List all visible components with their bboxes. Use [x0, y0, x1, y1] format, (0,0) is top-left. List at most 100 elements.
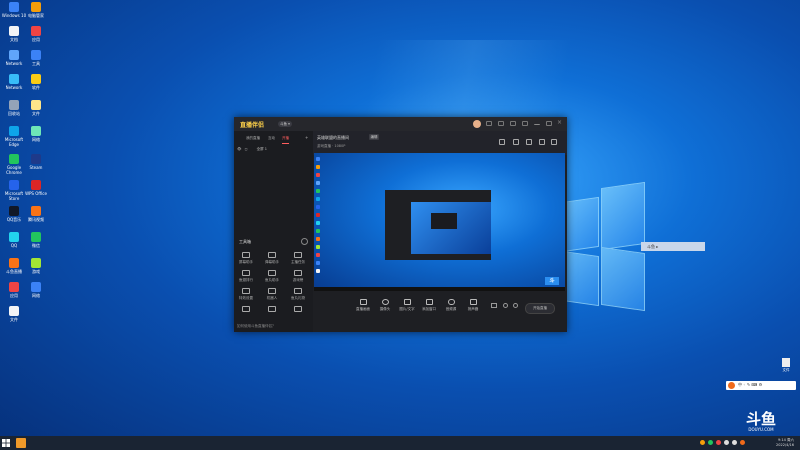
minimize-icon[interactable]: [534, 121, 540, 125]
windows-logo-wallpaper: [555, 175, 645, 312]
app-icon: [9, 180, 19, 190]
desktop-icon[interactable]: 游戏: [22, 258, 50, 274]
toolbox-settings-icon[interactable]: [301, 238, 308, 245]
toolbox-item[interactable]: 屏幕助手: [235, 252, 257, 265]
tool-label: 特效设置: [239, 296, 253, 300]
preview-watermark: 斗: [545, 277, 559, 285]
gift-icon[interactable]: [503, 303, 508, 308]
mail-icon[interactable]: [486, 121, 492, 126]
skin-icon[interactable]: [498, 121, 504, 126]
app-icon: [31, 50, 41, 60]
maximize-icon[interactable]: [546, 121, 552, 126]
scene-row[interactable]: 👁 ◻ 全屏 1: [237, 147, 267, 152]
tool-label: 游戏榜: [292, 278, 304, 282]
toolbox-item[interactable]: 鱼翅排行: [235, 270, 257, 283]
desktop-icon[interactable]: 工具: [22, 50, 50, 66]
toolbox-item[interactable]: 主播任务: [287, 252, 309, 265]
desktop-icon[interactable]: Steam: [22, 154, 50, 170]
toolbox-item[interactable]: [287, 306, 309, 314]
lock-icon[interactable]: ◻: [245, 147, 248, 151]
desktop-icon[interactable]: 网络: [22, 282, 50, 298]
tray-app-icon[interactable]: [716, 440, 721, 445]
app-icon: [9, 26, 19, 36]
toolbox-item[interactable]: 鱼丸礼物: [287, 288, 309, 301]
tab-interaction[interactable]: 互动: [268, 136, 275, 141]
app-icon: [31, 258, 41, 268]
tray-app-icon[interactable]: [700, 440, 705, 445]
bag-icon[interactable]: [526, 139, 532, 145]
toolbox-item[interactable]: 鱼丸助手: [261, 270, 283, 283]
source-toolbar: 直播画面 摄像头 图片/文字 添加窗口 音频源 扬声器 开始直播: [313, 291, 567, 332]
toolbox-item[interactable]: 机器人: [261, 288, 283, 301]
source-speaker[interactable]: 扬声器: [463, 299, 483, 312]
edit-button[interactable]: 编辑: [369, 134, 379, 140]
toolbox-item[interactable]: 特效设置: [235, 288, 257, 301]
stream-title: 英雄联盟的直播间: [317, 135, 349, 140]
app-icon: [31, 126, 41, 136]
toolbox-item[interactable]: [261, 306, 283, 314]
tool-label: 机器人: [266, 296, 278, 300]
desktop-icon-label: 应用: [32, 37, 40, 42]
screen-icon[interactable]: [499, 139, 505, 145]
tool-icon: [242, 270, 250, 276]
menu-icon[interactable]: [522, 121, 528, 126]
desktop-icon[interactable]: 微信: [22, 232, 50, 248]
tool-icon: [294, 270, 302, 276]
volume-icon[interactable]: [732, 440, 737, 445]
settings-icon[interactable]: [510, 121, 516, 126]
share-screen-icon[interactable]: [513, 139, 519, 145]
eye-icon[interactable]: 👁: [237, 147, 241, 151]
avatar[interactable]: [473, 120, 481, 128]
app-icon: [31, 232, 41, 242]
toolbox-item[interactable]: 弹幕助手: [261, 252, 283, 265]
context-popup[interactable]: 斗鱼 ▸: [641, 242, 705, 251]
clock[interactable]: 9:14 周六 2022/4/16: [776, 438, 794, 448]
record-icon[interactable]: [491, 303, 497, 308]
app-icon: [9, 282, 19, 292]
source-image[interactable]: 图片/文字: [397, 299, 417, 312]
windows-start-icon[interactable]: [2, 439, 10, 447]
toolbox-item[interactable]: [235, 306, 257, 314]
desktop-icon[interactable]: 文件: [0, 306, 28, 322]
share-icon[interactable]: [551, 139, 557, 145]
desktop-icon-label: 软件: [32, 85, 40, 90]
network-icon[interactable]: [724, 440, 729, 445]
source-audio[interactable]: 音频源: [441, 299, 461, 312]
app-icon: [9, 232, 19, 242]
source-window[interactable]: 添加窗口: [419, 299, 439, 312]
desktop-icon[interactable]: WPS Office: [22, 180, 50, 196]
taskbar-douyu-app[interactable]: [16, 438, 26, 448]
ime-toolbar[interactable]: 中 ◦ ✎ ⌨ ⚙: [726, 381, 796, 390]
app-icon: [9, 50, 19, 60]
app-icon: [9, 126, 19, 136]
ime-icon[interactable]: [740, 440, 745, 445]
platform-dropdown[interactable]: 斗鱼 ▾: [278, 121, 292, 127]
app-icon: [31, 74, 41, 84]
tray-app-icon[interactable]: [708, 440, 713, 445]
source-camera[interactable]: 摄像头: [375, 299, 395, 312]
start-live-button[interactable]: 开始直播: [525, 303, 555, 314]
live-preview[interactable]: 斗: [314, 153, 565, 291]
app-icon: [31, 206, 41, 216]
tab-my-live[interactable]: 我的直播: [246, 136, 260, 141]
gear-icon[interactable]: [513, 303, 518, 308]
desktop-icon-label: 网络: [32, 293, 40, 298]
source-screen[interactable]: 直播画面: [353, 299, 373, 312]
help-link[interactable]: 如何使用斗鱼直播伴侣？: [237, 324, 276, 329]
settings-icon[interactable]: [539, 139, 545, 145]
toolbox-item[interactable]: 游戏榜: [287, 270, 309, 283]
desktop-icon[interactable]: 文件: [22, 100, 50, 116]
desktop-icon[interactable]: 软件: [22, 74, 50, 90]
app-icon: [9, 74, 19, 84]
desktop-icon[interactable]: 网络: [22, 126, 50, 142]
desktop-icon[interactable]: 电脑管家: [22, 2, 50, 18]
desktop-icon-right[interactable]: 文件: [779, 358, 793, 374]
desktop-icon[interactable]: 腾讯视频: [22, 206, 50, 222]
tool-label: 鱼翅排行: [239, 278, 253, 282]
desktop-icon[interactable]: 应用: [22, 26, 50, 42]
add-tab-icon[interactable]: +: [305, 135, 308, 140]
close-icon[interactable]: ×: [557, 119, 562, 126]
tab-start-live[interactable]: 开播: [282, 136, 289, 144]
tool-icon: [294, 288, 302, 294]
app-icon: [9, 154, 19, 164]
